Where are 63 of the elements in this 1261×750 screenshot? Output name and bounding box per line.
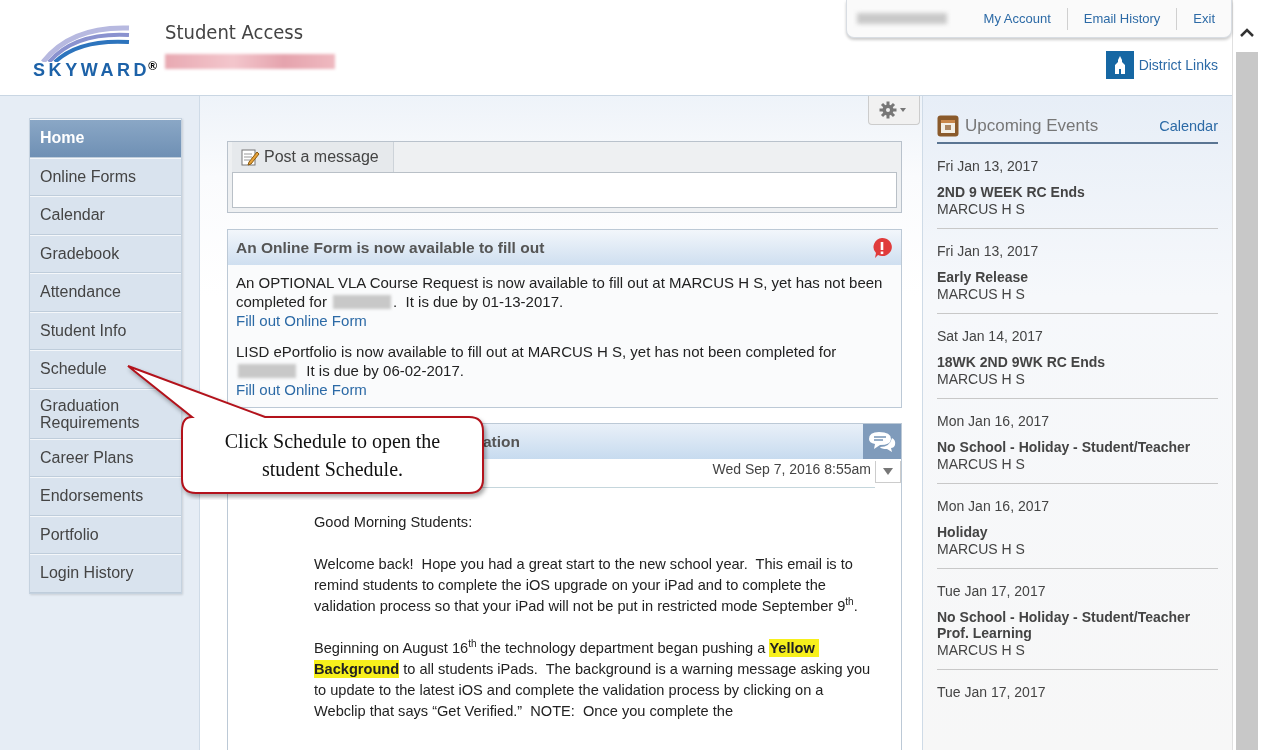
- event-date: Mon Jan 16, 2017: [937, 413, 1051, 429]
- nav-item[interactable]: Schedule: [30, 350, 181, 389]
- event-date: Sat Jan 14, 2017: [937, 328, 1044, 344]
- scrollbar[interactable]: [1232, 0, 1261, 750]
- panel-title: An Online Form is now available to fill out: [236, 238, 545, 257]
- event-title[interactable]: 2ND 9 WEEK RC Ends: [937, 184, 1218, 200]
- calendar-icon: [937, 115, 959, 137]
- message-paragraph: Welcome back! Hope you had a great start to the new school year. This email is to remind students to complete the iOS upgrade on your iPad and to complete the validation process so that your iPad will not be put in restricted mode September 9$^{th}$.: [314, 555, 859, 616]
- settings-dropdown-button[interactable]: [868, 96, 920, 125]
- nav-item[interactable]: Student Info: [30, 311, 181, 350]
- event-date: Fri Jan 13, 2017: [937, 158, 1040, 174]
- nav-item[interactable]: Graduation Requirements: [30, 388, 181, 439]
- nav-item[interactable]: Gradebook: [30, 234, 181, 273]
- event-title[interactable]: No School - Holiday - Student/Teacher Prof. Learning: [937, 609, 1218, 641]
- message-input[interactable]: [232, 172, 897, 208]
- calendar-link[interactable]: Calendar: [1159, 118, 1218, 134]
- nav-item[interactable]: Online Forms: [30, 157, 181, 196]
- nav-item[interactable]: Calendar: [30, 196, 181, 235]
- event-date: Tue Jan 17, 2017: [937, 583, 1047, 599]
- account-link[interactable]: My Account: [967, 7, 1067, 30]
- caret-icon: [883, 468, 893, 475]
- notice-text: An OPTIONAL VLA Course Request is now available to fill out at MARCUS H S, yet has not been completed for . It is due by 01-13-2017.: [236, 273, 884, 311]
- scroll-up-icon[interactable]: [1240, 28, 1254, 38]
- event-school: MARCUS H S: [937, 641, 1026, 660]
- event-school: MARCUS H S: [937, 540, 1026, 559]
- nav-item[interactable]: Endorsements: [30, 477, 181, 516]
- notice-text: LISD ePortfolio is now available to fill out at MARCUS H S, yet has not been completed for It is due by 06-02-2017.: [236, 342, 838, 380]
- event-date: Mon Jan 16, 2017: [937, 498, 1051, 514]
- event-school: MARCUS H S: [937, 455, 1026, 474]
- event-title[interactable]: Holiday: [937, 524, 1218, 540]
- event-school: MARCUS H S: [937, 285, 1026, 304]
- nav-item[interactable]: Login History: [30, 554, 181, 593]
- nav-item[interactable]: Portfolio: [30, 515, 181, 554]
- post-menu-button[interactable]: [875, 461, 901, 483]
- event-title[interactable]: Early Release: [937, 269, 1218, 285]
- district-links-link[interactable]: District Links: [1138, 57, 1218, 73]
- events-title: Upcoming Events: [965, 116, 1099, 136]
- message-paragraph: Beginning on August 16$^{th}$ the technology department began pushing a Yellow Background to all students iPads. The background is a warning message asking you to update to the latest iOS and complete the validation process by clicking on a Webclip that says “Get Verified.” NOTE: Once you complete the: [314, 638, 872, 721]
- fill-out-form-link[interactable]: Fill out Online Form: [236, 380, 367, 399]
- event-school: MARCUS H S: [937, 200, 1026, 219]
- event-title[interactable]: No School - Holiday - Student/Teacher: [937, 439, 1218, 455]
- event-date: Tue Jan 17, 2017: [937, 684, 1047, 700]
- callout-text: Click Schedule to open the student Schedule.: [223, 429, 442, 482]
- scroll-thumb[interactable]: [1236, 52, 1258, 750]
- post-tab[interactable]: Post a message: [232, 142, 394, 172]
- fill-out-form-link[interactable]: Fill out Online Form: [236, 311, 367, 330]
- school-building-icon: [1105, 51, 1134, 79]
- nav-item[interactable]: Career Plans: [30, 438, 181, 477]
- nav-item[interactable]: Attendance: [30, 273, 181, 312]
- event-title[interactable]: 18WK 2ND 9WK RC Ends: [937, 354, 1218, 370]
- app-title: Student Access: [165, 20, 305, 44]
- post-date: Wed Sep 7, 2016 8:55am: [712, 461, 871, 477]
- account-link[interactable]: Email History: [1066, 7, 1177, 30]
- note-pencil-icon: [240, 147, 260, 167]
- event-date: Fri Jan 13, 2017: [937, 243, 1040, 259]
- panel-title: ation: [483, 432, 521, 451]
- comments-button[interactable]: [863, 424, 901, 459]
- logo-arcs-icon: [41, 22, 131, 62]
- message-paragraph: Good Morning Students:: [314, 513, 474, 532]
- event-school: MARCUS H S: [937, 370, 1026, 389]
- alert-icon: [871, 236, 893, 259]
- settings-icon: [879, 101, 909, 119]
- account-link[interactable]: Exit: [1176, 7, 1231, 30]
